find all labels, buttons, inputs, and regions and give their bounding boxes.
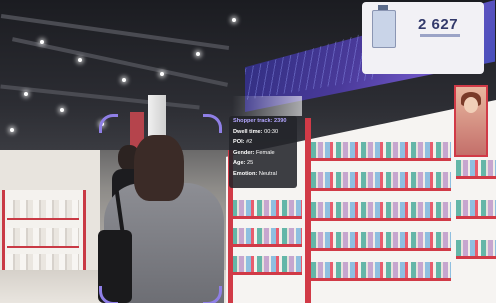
store-camera-frame: 2 627 Shopper track: 2390 Dwell time: 00… bbox=[0, 0, 496, 303]
dwell-time-row: Dwell time: 00:30 bbox=[233, 128, 279, 135]
age-row: Age: 25 bbox=[233, 160, 254, 167]
ad-card: 2 627 bbox=[362, 2, 484, 74]
shopper-track-title: Shopper track: 2390 bbox=[233, 118, 287, 124]
ad-subtext-bar bbox=[420, 34, 460, 37]
poi-row: POI: #2 bbox=[233, 139, 253, 146]
shelf-frame bbox=[305, 118, 311, 303]
shopper-info-panel: Shopper track: 2390 Dwell time: 00:30 PO… bbox=[229, 116, 297, 188]
shelf-light bbox=[232, 96, 302, 116]
tracking-bracket-bottom-left bbox=[99, 286, 118, 303]
emotion-row: Emotion: Neutral bbox=[233, 170, 277, 177]
model-poster bbox=[454, 85, 488, 157]
tracked-shopper bbox=[96, 135, 236, 303]
gender-row: Gender: Female bbox=[233, 149, 275, 156]
perfume-bottle-icon bbox=[372, 10, 396, 48]
ad-price: 2 627 bbox=[418, 16, 459, 33]
